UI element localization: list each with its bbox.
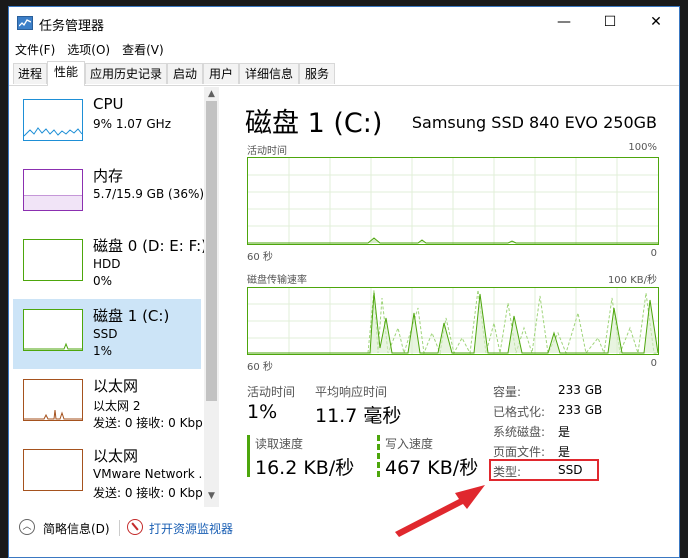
tab-app-history[interactable]: 应用历史记录: [85, 63, 167, 84]
sidebar-item-cpu[interactable]: CPU 9% 1.07 GHz: [13, 89, 201, 159]
sidebar-scrollbar[interactable]: ▲ ▼: [204, 87, 219, 507]
transfer-rate-graph: [247, 287, 659, 355]
sidebar-item-throughput: 发送: 0 接收: 0 Kbp: [93, 486, 203, 500]
read-speed-marker: [247, 435, 250, 477]
capacity-label: 容量:: [493, 385, 522, 399]
cpu-thumbnail-graph: [23, 99, 83, 141]
write-speed-marker: [377, 435, 380, 477]
tab-bar: 进程 性能 应用历史记录 启动 用户 详细信息 服务: [9, 61, 679, 86]
sidebar-item-detail: 5.7/15.9 GB (36%): [93, 187, 205, 201]
title-bar[interactable]: 任务管理器 — ☐ ✕: [9, 7, 679, 39]
active-time-label: 活动时间: [247, 385, 296, 399]
scroll-thumb[interactable]: [206, 101, 217, 401]
graph2-max: 100 KB/秒: [607, 275, 657, 286]
tab-processes[interactable]: 进程: [13, 63, 47, 84]
disk1-thumbnail-graph: [23, 309, 83, 351]
sidebar-item-label: 以太网: [93, 377, 139, 395]
menu-file[interactable]: 文件(F): [9, 39, 61, 58]
read-speed-value: 16.2 KB/秒: [255, 457, 355, 479]
sidebar-item-usage: 1%: [93, 344, 113, 358]
divider: [119, 520, 120, 536]
write-speed-value: 467 KB/秒: [385, 457, 479, 479]
scroll-down-icon[interactable]: ▼: [204, 489, 219, 503]
graph1-min: 0: [650, 248, 657, 259]
read-speed-label: 读取速度: [255, 437, 304, 451]
collapse-chevron-icon[interactable]: ︿: [19, 519, 35, 535]
write-speed-label: 写入速度: [385, 437, 434, 451]
sidebar-item-memory[interactable]: 内存 5.7/15.9 GB (36%): [13, 159, 205, 229]
active-time-value: 1%: [247, 401, 278, 423]
sidebar-item-detail: 以太网 2: [93, 399, 141, 413]
tab-services[interactable]: 服务: [299, 63, 335, 84]
sidebar-item-ethernet-2[interactable]: 以太网 VMware Network . 发送: 0 接收: 0 Kbp: [13, 439, 203, 503]
graph1-time-span: 60 秒: [247, 252, 273, 263]
ethernet1-thumbnail-graph: [23, 379, 83, 421]
tab-details[interactable]: 详细信息: [239, 63, 299, 84]
menu-options[interactable]: 选项(O): [61, 39, 116, 58]
task-manager-icon: [17, 16, 33, 30]
tab-startup[interactable]: 启动: [167, 63, 203, 84]
sidebar-item-label: 磁盘 0 (D: E: F:): [93, 237, 207, 255]
sidebar-item-ethernet-1[interactable]: 以太网 以太网 2 发送: 0 接收: 0 Kbp: [13, 369, 203, 439]
sidebar-item-throughput: 发送: 0 接收: 0 Kbp: [93, 416, 203, 430]
disk-model: Samsung SSD 840 EVO 250GB: [411, 113, 657, 132]
graph2-label: 磁盘传输速率: [247, 275, 307, 286]
memory-thumbnail-graph: [23, 169, 83, 211]
sidebar-item-label: CPU: [93, 95, 124, 113]
menu-view[interactable]: 查看(V): [116, 39, 170, 58]
fewer-details-link[interactable]: 简略信息(D): [43, 520, 110, 537]
capacity-value: 233 GB: [558, 383, 603, 397]
graph2-min: 0: [650, 358, 657, 369]
sidebar-item-label: 以太网: [93, 447, 139, 465]
sidebar: CPU 9% 1.07 GHz 内存 5.7/15.9 GB (36%) 磁盘 …: [9, 87, 219, 503]
sidebar-item-detail: 9% 1.07 GHz: [93, 117, 172, 131]
minimize-button[interactable]: —: [541, 7, 587, 37]
disk0-thumbnail-graph: [23, 239, 83, 281]
bottom-bar: ︿ 简略信息(D) 打开资源监视器: [9, 509, 679, 549]
sidebar-item-usage: 0%: [93, 274, 113, 288]
sidebar-item-label: 内存: [93, 167, 124, 185]
page-file-value: 是: [558, 445, 571, 459]
scroll-up-icon[interactable]: ▲: [204, 87, 219, 101]
response-time-label: 平均响应时间: [315, 385, 388, 399]
resource-monitor-icon: [127, 519, 143, 535]
open-resource-monitor-link[interactable]: 打开资源监视器: [149, 520, 233, 537]
graph2-time-span: 60 秒: [247, 362, 273, 373]
sidebar-item-disk-1[interactable]: 磁盘 1 (C:) SSD 1%: [13, 299, 201, 369]
menu-bar: 文件(F) 选项(O) 查看(V): [9, 39, 679, 59]
graph1-label: 活动时间: [247, 146, 287, 157]
page-title: 磁盘 1 (C:): [245, 108, 383, 139]
sidebar-item-detail: SSD: [93, 327, 118, 341]
sidebar-item-detail: HDD: [93, 257, 121, 271]
window-title: 任务管理器: [39, 19, 105, 34]
sidebar-item-disk-0[interactable]: 磁盘 0 (D: E: F:) HDD 0%: [13, 229, 207, 299]
formatted-value: 233 GB: [558, 403, 603, 417]
type-highlight-box: [489, 459, 599, 481]
system-disk-label: 系统磁盘:: [493, 425, 546, 439]
tab-users[interactable]: 用户: [203, 63, 239, 84]
sidebar-item-label: 磁盘 1 (C:): [93, 307, 170, 325]
active-time-graph: [247, 157, 659, 245]
maximize-button[interactable]: ☐: [587, 7, 633, 37]
formatted-label: 已格式化:: [493, 405, 546, 419]
tab-performance[interactable]: 性能: [47, 61, 85, 86]
system-disk-value: 是: [558, 425, 571, 439]
task-manager-window: 任务管理器 — ☐ ✕ 文件(F) 选项(O) 查看(V) 进程 性能 应用历史记录…: [8, 6, 680, 558]
close-button[interactable]: ✕: [633, 7, 679, 37]
page-file-label: 页面文件:: [493, 445, 546, 459]
sidebar-item-detail: VMware Network .: [93, 467, 203, 481]
response-time-value: 11.7 毫秒: [315, 405, 402, 427]
graph1-max: 100%: [628, 142, 657, 153]
ethernet2-thumbnail-graph: [23, 449, 83, 491]
